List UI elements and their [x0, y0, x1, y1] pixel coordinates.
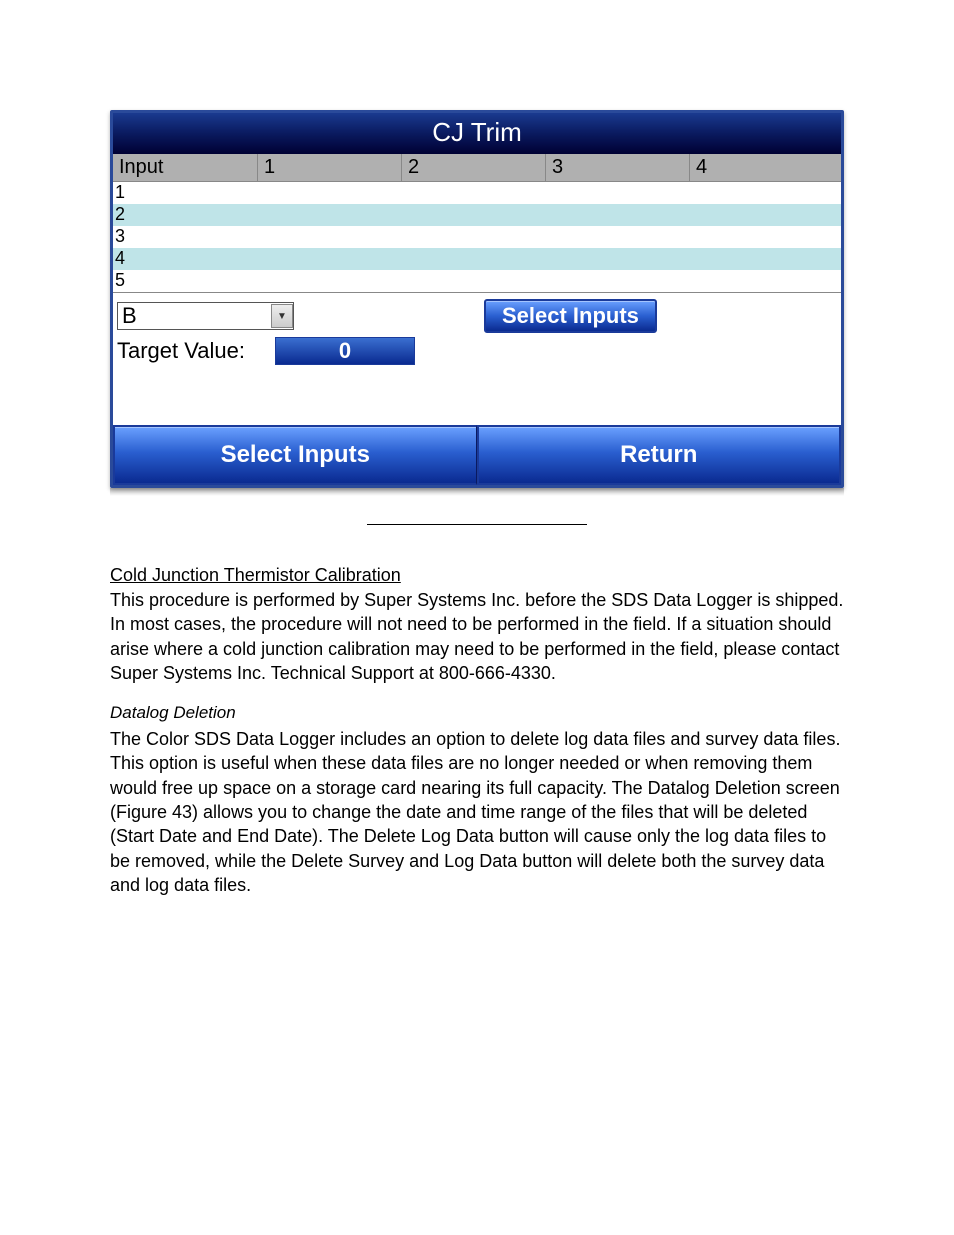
target-value-label: Target Value: — [117, 338, 245, 364]
row-label: 2 — [113, 204, 133, 226]
target-value-field[interactable]: 0 — [275, 337, 415, 365]
header-col-1: 1 — [258, 154, 402, 181]
controls-section: B ▼ Select Inputs Target Value: 0 — [113, 292, 841, 425]
bottom-button-bar: Select Inputs Return — [113, 425, 841, 485]
table-row[interactable]: 5 — [113, 270, 841, 292]
paragraph-datalog-deletion: The Color SDS Data Logger includes an op… — [110, 727, 844, 897]
select-inputs-bottom-button[interactable]: Select Inputs — [113, 425, 477, 485]
row-label: 3 — [113, 226, 133, 248]
chevron-down-icon: ▼ — [271, 304, 293, 328]
dropdown-value: B — [122, 303, 137, 329]
table-row[interactable]: 2 — [113, 204, 841, 226]
row-label: 1 — [113, 182, 133, 204]
table-row[interactable]: 1 — [113, 182, 841, 204]
header-col-2: 2 — [402, 154, 546, 181]
header-col-4: 4 — [690, 154, 834, 181]
type-dropdown[interactable]: B ▼ — [117, 302, 294, 330]
screen-shadow — [110, 488, 844, 496]
window-title: CJ Trim — [113, 113, 841, 154]
return-button[interactable]: Return — [477, 425, 842, 485]
figure-rule — [367, 524, 587, 525]
table-row[interactable]: 3 — [113, 226, 841, 248]
table-row[interactable]: 4 — [113, 248, 841, 270]
header-input: Input — [113, 154, 258, 181]
section-heading-cold-junction: Cold Junction Thermistor Calibration — [110, 565, 844, 586]
section-heading-datalog-deletion: Datalog Deletion — [110, 703, 844, 723]
row-label: 4 — [113, 248, 133, 270]
cj-trim-screen: CJ Trim Input 1 2 3 4 1 2 3 4 5 B ▼ Sele… — [110, 110, 844, 488]
row-label: 5 — [113, 270, 133, 292]
select-inputs-button[interactable]: Select Inputs — [484, 299, 657, 333]
paragraph-cold-junction: This procedure is performed by Super Sys… — [110, 588, 844, 685]
header-col-3: 3 — [546, 154, 690, 181]
table-header-row: Input 1 2 3 4 — [113, 154, 841, 182]
